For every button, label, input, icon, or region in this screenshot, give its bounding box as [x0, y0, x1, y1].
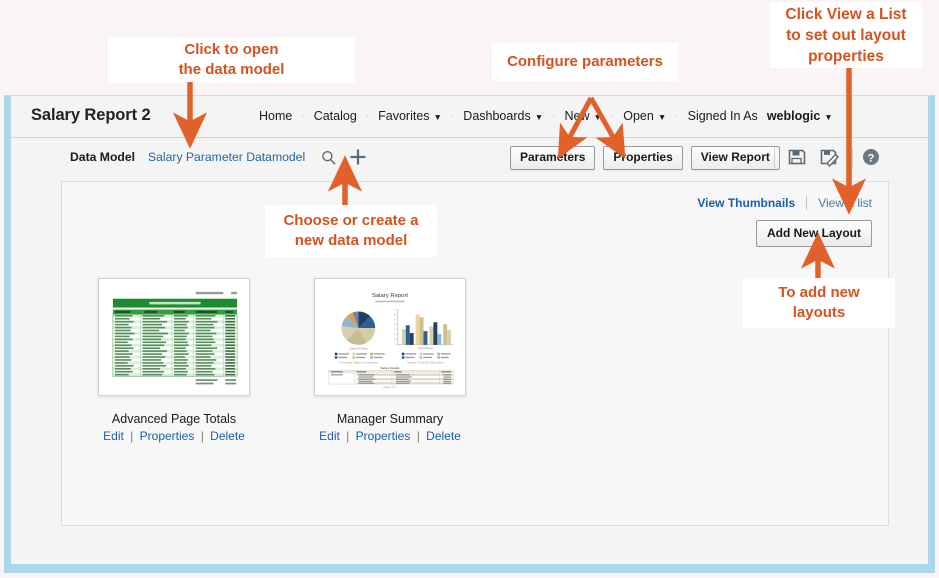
nav-item-favorites[interactable]: Favorites ▼	[378, 109, 442, 123]
action-separator: |	[200, 429, 204, 443]
nav-label: Catalog	[313, 109, 357, 123]
toolbar-divider	[774, 147, 775, 168]
data-model-label: Data Model	[70, 150, 136, 164]
action-separator: |	[416, 429, 420, 443]
nav-separator: ·	[365, 110, 370, 122]
global-navigation: Home · Catalog · Favorites ▼ · Dashboard…	[259, 109, 833, 123]
nav-label: Open	[623, 109, 654, 123]
toolbar-button-group: Parameters Properties View Report	[510, 146, 780, 170]
page-title: Salary Report 2	[31, 106, 151, 124]
current-user: weblogic	[766, 109, 821, 123]
action-separator: |	[346, 429, 350, 443]
nav-separator: ·	[450, 110, 455, 122]
nav-label: New	[564, 109, 590, 123]
annotation-choose-or-create-data-model: Choose or create a new data model	[265, 205, 437, 257]
data-model-link[interactable]: Salary Parameter Datamodel	[148, 150, 305, 164]
nav-item-home[interactable]: Home	[259, 109, 292, 123]
view-thumbnails-link[interactable]: View Thumbnails	[697, 196, 795, 210]
view-mode-links: View Thumbnails View a list	[697, 196, 872, 210]
help-icon[interactable]: ?	[862, 148, 880, 166]
svg-text:Number Of Staff By Salary Band: Number Of Staff By Salary Band	[407, 360, 444, 364]
view-report-button[interactable]: View Report	[690, 146, 780, 170]
search-icon[interactable]	[320, 149, 338, 167]
annotation-view-a-list: Click View a List to set out layout prop…	[770, 2, 922, 68]
link-divider	[806, 196, 808, 210]
chevron-down-icon: ▼	[657, 111, 667, 122]
annotation-text: Click to open the data model	[178, 40, 285, 78]
layouts-panel: View Thumbnails View a list Add New Layo…	[61, 181, 889, 526]
layout-card-title: Advanced Page Totals	[111, 412, 237, 426]
svg-text:Percentage Salary by Departmen: Percentage Salary by Department	[339, 360, 378, 364]
table-report-thumbnail	[105, 285, 243, 389]
layout-thumbnail[interactable]: Salary Report Salary by Dept Percentage …	[314, 278, 466, 396]
annotation-text: Configure parameters	[507, 53, 663, 70]
properties-link[interactable]: Properties	[140, 429, 195, 443]
annotation-to-add-new-layouts: To add new layouts	[743, 278, 895, 328]
svg-text:Salary by Dept: Salary by Dept	[349, 347, 367, 351]
svg-text:?: ?	[868, 152, 875, 164]
signed-in-label: Signed In As	[687, 109, 758, 123]
svg-text:Salary Details: Salary Details	[380, 366, 400, 370]
parameters-button[interactable]: Parameters	[510, 146, 596, 170]
nav-item-open[interactable]: Open ▼	[623, 109, 666, 123]
properties-button[interactable]: Properties	[603, 146, 683, 170]
delete-link[interactable]: Delete	[210, 429, 245, 443]
action-separator: |	[130, 429, 134, 443]
add-new-layout-button[interactable]: Add New Layout	[755, 220, 872, 247]
delete-link[interactable]: Delete	[426, 429, 461, 443]
signed-in-as[interactable]: Signed In As weblogic ▼	[688, 109, 833, 123]
nav-item-dashboards[interactable]: Dashboards ▼	[463, 109, 543, 123]
nav-item-catalog[interactable]: Catalog	[314, 109, 357, 123]
chevron-down-icon: ▼	[433, 111, 442, 122]
nav-label: Favorites	[378, 109, 430, 123]
properties-link[interactable]: Properties	[356, 429, 411, 443]
layout-card-actions: Edit | Properties | Delete	[314, 429, 466, 443]
edit-link[interactable]: Edit	[319, 429, 340, 443]
annotation-text: Choose or create a new data model	[283, 212, 419, 249]
layout-card[interactable]: Salary Report Salary by Dept Percentage …	[314, 278, 466, 443]
layout-card-actions: Edit | Properties | Delete	[98, 429, 250, 443]
layout-thumbnail[interactable]	[98, 278, 250, 396]
save-icon[interactable]	[787, 147, 807, 167]
edit-link[interactable]: Edit	[103, 429, 124, 443]
nav-separator: ·	[675, 110, 679, 122]
svg-text:Salary Report: Salary Report	[372, 293, 408, 299]
plus-icon[interactable]	[348, 147, 368, 167]
chevron-down-icon: ▼	[824, 111, 833, 122]
annotation-text: To add new layouts	[778, 284, 860, 321]
chevron-down-icon: ▼	[593, 111, 602, 122]
annotation-click-to-open-data-model: Click to open the data model	[108, 37, 355, 82]
svg-text:Page 1 of 1: Page 1 of 1	[383, 385, 397, 389]
annotation-text: Click View a List to set out layout prop…	[785, 5, 907, 65]
nav-label: Home	[259, 109, 293, 123]
nav-separator: ·	[552, 110, 556, 122]
nav-separator: ·	[610, 110, 615, 122]
report-toolbar: Data Model Salary Parameter Datamodel Pa…	[11, 138, 928, 178]
application-window: Salary Report 2 Home · Catalog · Favorit…	[4, 95, 935, 573]
save-as-icon[interactable]	[819, 147, 840, 168]
chart-report-thumbnail: Salary Report Salary by Dept Percentage …	[321, 285, 459, 389]
add-new-layout-wrapper: Add New Layout	[755, 220, 872, 247]
screenshot-root: Salary Report 2 Home · Catalog · Favorit…	[0, 0, 939, 578]
view-a-list-link[interactable]: View a list	[818, 196, 872, 210]
annotation-configure-parameters: Configure parameters	[492, 43, 678, 81]
app-header: Salary Report 2 Home · Catalog · Favorit…	[11, 96, 928, 138]
layout-card[interactable]: Advanced Page Totals Edit | Properties |…	[98, 278, 250, 443]
chevron-down-icon: ▼	[534, 111, 544, 122]
toolbar-divider-2	[852, 147, 853, 168]
nav-label: Dashboards	[463, 109, 531, 123]
layout-card-title: Manager Summary	[336, 412, 444, 426]
nav-item-new[interactable]: New ▼	[564, 109, 601, 123]
svg-text:Salary Range: Salary Range	[418, 346, 434, 350]
nav-separator: ·	[301, 110, 305, 122]
